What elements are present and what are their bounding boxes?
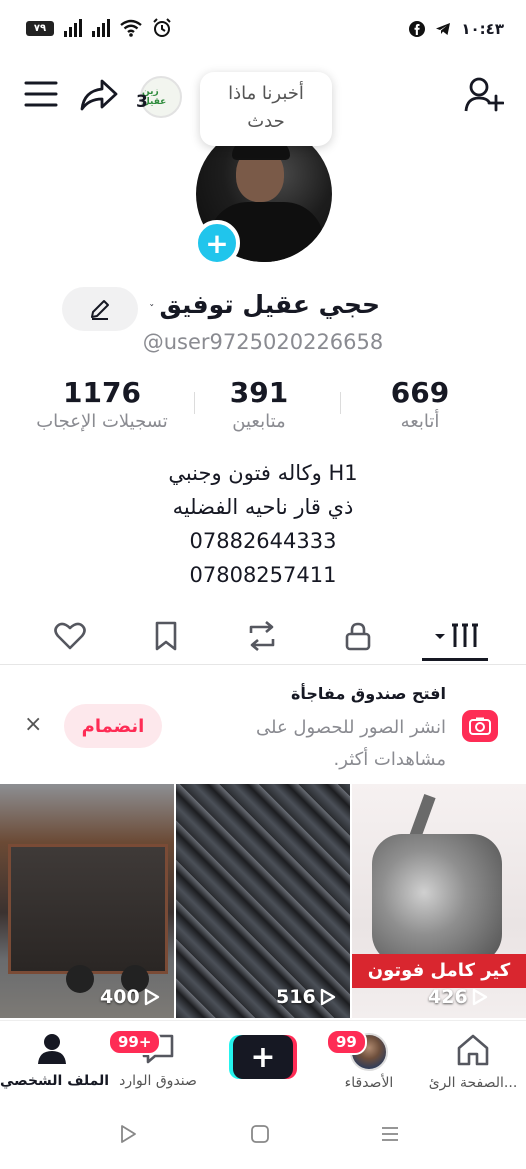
tab-liked[interactable] bbox=[40, 616, 100, 656]
profile-bio: وكاله فتون وجنبي H1 ذي قار ناحيه الفضليه… bbox=[0, 456, 526, 592]
play-icon bbox=[144, 988, 159, 1006]
stat-likes-count: 1176 bbox=[63, 376, 141, 409]
nav-home-label: الصفحة الرئ... bbox=[428, 1075, 518, 1091]
edit-profile-button[interactable] bbox=[62, 287, 138, 331]
clock: ١٠:٤٣ bbox=[461, 20, 504, 38]
heart-icon bbox=[54, 622, 86, 650]
alarm-icon bbox=[153, 18, 171, 37]
stat-followers[interactable]: 391 متابعين bbox=[204, 376, 314, 432]
stat-following-count: 669 bbox=[390, 376, 450, 409]
tooltip-line-2: حدث bbox=[247, 111, 285, 132]
story-count: 3 bbox=[136, 92, 148, 112]
nav-profile-label: الملف الشخصي bbox=[0, 1073, 110, 1089]
stat-following[interactable]: 669 أتابعه bbox=[360, 376, 480, 432]
telegram-icon bbox=[436, 23, 451, 35]
view-count: 400 bbox=[100, 986, 160, 1008]
play-icon bbox=[320, 988, 335, 1006]
tooltip-line-1: أخبرنا ماذا bbox=[228, 83, 304, 104]
bio-line: 07808257411 bbox=[189, 563, 337, 587]
home-icon bbox=[457, 1034, 489, 1066]
tab-reposts[interactable] bbox=[232, 616, 292, 656]
tab-videos[interactable] bbox=[422, 616, 488, 656]
create-button[interactable]: + bbox=[229, 1035, 297, 1079]
recents-icon[interactable] bbox=[380, 1124, 400, 1148]
home-button-icon[interactable] bbox=[250, 1124, 270, 1148]
close-icon[interactable]: × bbox=[24, 712, 42, 737]
chevron-down-icon bbox=[150, 303, 154, 306]
repost-icon bbox=[249, 621, 275, 651]
username: @user9725020226658 bbox=[142, 330, 384, 354]
signal-icon bbox=[64, 19, 82, 37]
battery-icon: ٧٩ bbox=[26, 20, 54, 36]
video-grid-icon bbox=[435, 623, 478, 647]
share-icon[interactable] bbox=[80, 78, 118, 116]
view-count-number: 426 bbox=[428, 986, 468, 1008]
divider bbox=[0, 664, 526, 665]
back-icon[interactable] bbox=[118, 1124, 138, 1148]
view-count-number: 516 bbox=[276, 986, 316, 1008]
nav-home[interactable]: الصفحة الرئ... bbox=[420, 1033, 526, 1091]
stat-likes-label: تسجيلات الإعجاب bbox=[36, 411, 168, 432]
camera-icon bbox=[462, 710, 498, 742]
promo-title: افتح صندوق مفاجأة bbox=[290, 684, 446, 703]
nav-profile[interactable]: الملف الشخصي bbox=[0, 1033, 110, 1089]
stat-followers-count: 391 bbox=[229, 376, 289, 409]
active-tab-indicator bbox=[422, 658, 488, 661]
video-banner-text: كير كامل فوتون bbox=[352, 954, 526, 988]
status-tooltip[interactable]: أخبرنا ماذا حدث bbox=[200, 72, 332, 146]
profile-name-text: حجي عقيل توفيق bbox=[159, 290, 381, 319]
play-icon bbox=[472, 988, 487, 1006]
status-bar: ٧٩ ١٠:٤٣ bbox=[0, 0, 526, 62]
video-thumbnail[interactable]: كير كامل فوتون 426 bbox=[352, 784, 526, 1018]
promo-text: انشر الصور للحصول على مشاهدات أكثر. bbox=[255, 717, 446, 770]
profile-name[interactable]: حجي عقيل توفيق bbox=[150, 290, 380, 319]
view-count-number: 400 bbox=[100, 986, 140, 1008]
plus-icon: + bbox=[233, 1035, 293, 1079]
stat-likes: 1176 تسجيلات الإعجاب bbox=[22, 376, 182, 432]
view-count: 516 bbox=[276, 986, 336, 1008]
pencil-icon bbox=[91, 300, 109, 320]
bio-line: 07882644333 bbox=[189, 529, 337, 553]
add-friend-icon[interactable] bbox=[464, 76, 505, 118]
view-count: 426 bbox=[428, 986, 488, 1008]
bottom-navigation: الملف الشخصي صندوق الوارد 99+ + الأصدقاء… bbox=[0, 1020, 526, 1106]
wifi-icon bbox=[120, 19, 142, 37]
bookmark-icon bbox=[155, 621, 177, 651]
stat-following-label: أتابعه bbox=[400, 411, 440, 432]
facebook-icon bbox=[409, 21, 426, 37]
profile-tabs bbox=[0, 604, 526, 664]
join-button[interactable]: انضمام bbox=[64, 704, 162, 748]
tab-favorites[interactable] bbox=[136, 616, 196, 656]
video-thumbnail[interactable]: 400 bbox=[0, 784, 174, 1018]
system-navigation bbox=[0, 1108, 526, 1169]
stat-divider bbox=[340, 392, 341, 414]
friends-badge: 99 bbox=[326, 1029, 367, 1055]
stat-followers-label: متابعين bbox=[232, 411, 286, 432]
signal-icon-2 bbox=[92, 19, 110, 37]
nav-friends-label: الأصدقاء bbox=[344, 1075, 394, 1091]
add-story-plus-icon[interactable]: + bbox=[194, 220, 240, 266]
stat-divider bbox=[194, 392, 195, 414]
nav-inbox-label: صندوق الوارد bbox=[119, 1073, 197, 1089]
profile-icon bbox=[38, 1034, 66, 1064]
lock-icon bbox=[345, 622, 371, 651]
tab-private[interactable] bbox=[328, 616, 388, 656]
inbox-badge: 99+ bbox=[108, 1029, 162, 1055]
video-thumbnail[interactable]: 516 bbox=[176, 784, 350, 1018]
bio-line: وكاله فتون وجنبي H1 bbox=[168, 461, 358, 485]
menu-icon[interactable] bbox=[24, 80, 58, 112]
bio-line: ذي قار ناحيه الفضليه bbox=[172, 495, 354, 519]
